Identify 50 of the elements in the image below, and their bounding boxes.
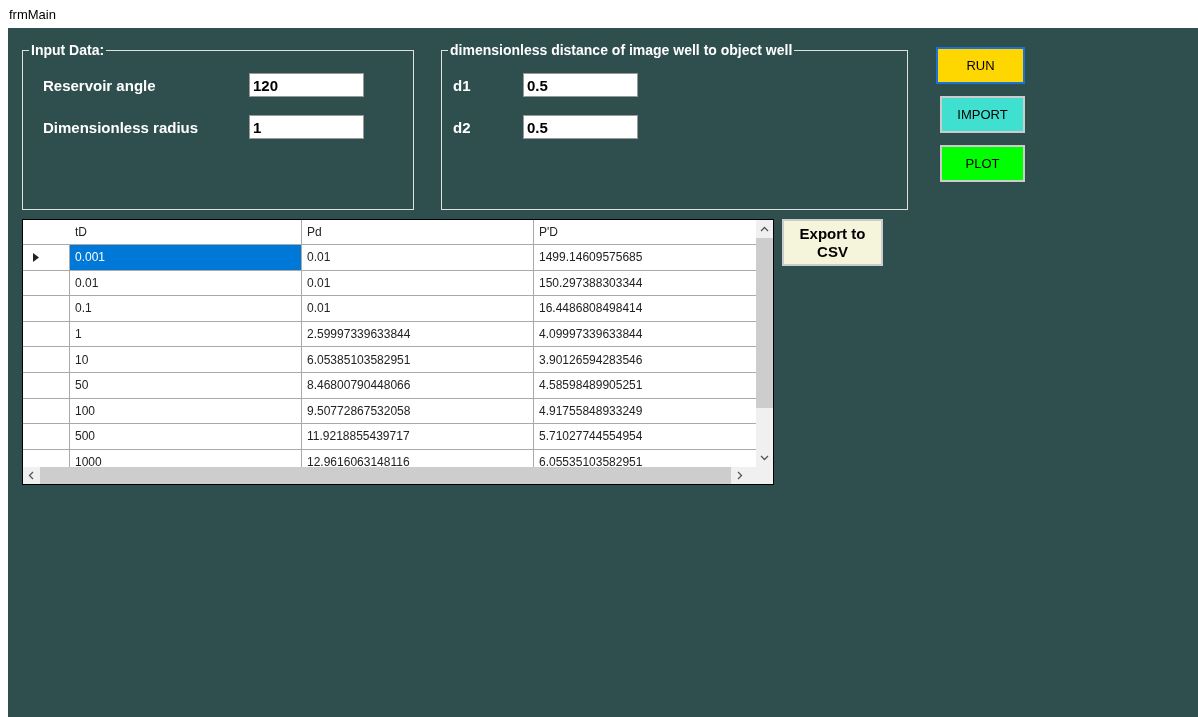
table-cell: 0.001 <box>70 245 302 270</box>
column-header[interactable]: P'D <box>534 220 749 244</box>
table-cell: 9.50772867532058 <box>302 398 534 424</box>
action-button[interactable]: RUN <box>936 47 1025 84</box>
table-cell-text: 16.4486808498414 <box>538 300 644 318</box>
table-cell-text: 4.09997339633844 <box>538 326 644 344</box>
table-cell-text: 4.91755848933249 <box>538 402 644 420</box>
column-header[interactable]: tD <box>70 220 302 244</box>
action-button[interactable]: PLOT <box>940 145 1025 182</box>
table-cell: 100 <box>70 398 302 424</box>
window-title: frmMain <box>9 6 56 22</box>
table-cell: 50 <box>70 372 302 398</box>
field-label: Dimensionless radius <box>42 118 200 136</box>
column-header[interactable]: Pd <box>302 220 534 244</box>
table-cell-text: 150.297388303344 <box>538 274 644 292</box>
table-cell: 11.9218855439717 <box>302 424 534 449</box>
scroll-down-icon[interactable] <box>760 455 769 461</box>
table-cell: 2.59997339633844 <box>302 321 534 347</box>
field-label: d1 <box>452 76 472 94</box>
table-cell: 0.01 <box>302 270 534 296</box>
vertical-scrollbar[interactable] <box>756 220 773 467</box>
table-cell: 8.46800790448066 <box>302 372 534 398</box>
table-cell: 0.1 <box>70 296 302 321</box>
table-cell: 6.05385103582951 <box>302 347 534 372</box>
table-cell-text: 5.71027744554954 <box>538 428 644 446</box>
input-field[interactable]: 0.5 <box>523 115 638 139</box>
input-field[interactable]: 1 <box>249 115 364 139</box>
input-field[interactable]: 0.5 <box>523 73 638 97</box>
table-cell-text: 3.90126594283546 <box>538 351 644 369</box>
action-button[interactable]: IMPORT <box>940 96 1025 133</box>
scroll-left-icon[interactable] <box>28 471 34 480</box>
table-cell-text: 4.58598489905251 <box>538 377 644 395</box>
group-title: Input Data: <box>30 42 106 58</box>
table-cell: 0.01 <box>302 245 534 270</box>
field-label: d2 <box>452 118 472 136</box>
table-cell-text: 1499.14609575685 <box>538 249 644 267</box>
table-cell-text: 6.05535103582951 <box>538 454 644 467</box>
current-row-icon <box>33 252 39 262</box>
export-button[interactable]: Export to CSV <box>782 219 883 266</box>
table-cell: 500 <box>70 424 302 449</box>
table-cell: 1 <box>70 321 302 347</box>
table-cell: 0.01 <box>70 270 302 296</box>
scroll-right-icon[interactable] <box>737 471 743 480</box>
field-label: Reservoir angle <box>42 76 157 94</box>
input-field[interactable]: 120 <box>249 73 364 97</box>
table-cell: 10 <box>70 347 302 372</box>
group-title: dimensionless distance of image well to object well <box>449 42 794 58</box>
horizontal-scrollbar[interactable] <box>23 467 773 484</box>
scroll-up-icon[interactable] <box>760 226 769 232</box>
table-cell: 0.01 <box>302 296 534 321</box>
